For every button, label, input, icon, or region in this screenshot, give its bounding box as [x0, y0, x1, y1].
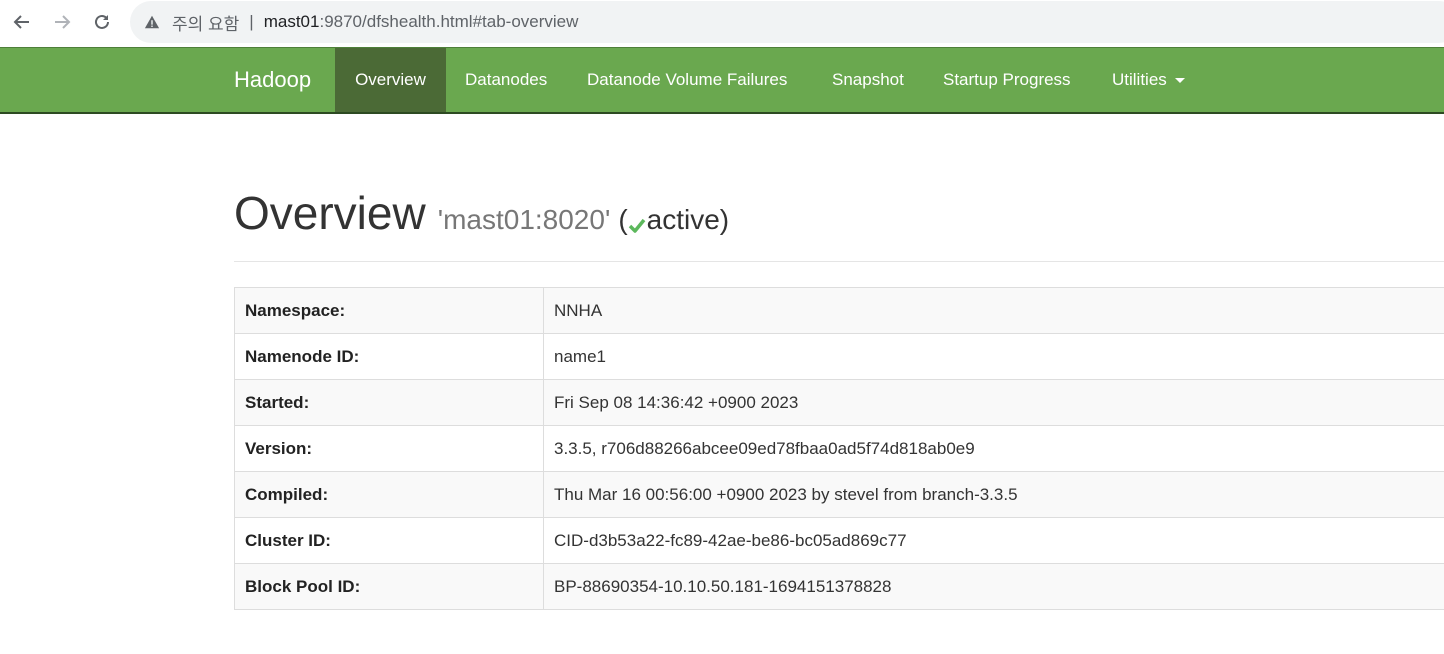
row-value: Thu Mar 16 00:56:00 +0900 2023 by stevel…	[543, 471, 1444, 518]
row-label: Compiled:	[234, 471, 544, 518]
status-paren-close: )	[719, 204, 730, 235]
nav-overview[interactable]: Overview	[335, 48, 446, 112]
address-bar[interactable]: 주의 요함 | mast01:9870/dfshealth.html#tab-o…	[130, 1, 1444, 43]
row-label: Started:	[234, 379, 544, 426]
row-value: name1	[543, 333, 1444, 380]
table-row: Block Pool ID: BP-88690354-10.10.50.181-…	[234, 563, 1444, 610]
row-value: CID-d3b53a22-fc89-42ae-be86-bc05ad869c77	[543, 517, 1444, 564]
row-label: Cluster ID:	[234, 517, 544, 564]
row-value: Fri Sep 08 14:36:42 +0900 2023	[543, 379, 1444, 426]
nav-startup-progress[interactable]: Startup Progress	[943, 48, 1071, 112]
namenode-address: 'mast01:8020'	[437, 204, 611, 235]
page-heading: Overview 'mast01:8020'( active)	[234, 186, 729, 240]
ha-status: active	[646, 204, 720, 235]
row-label: Block Pool ID:	[234, 563, 544, 610]
url-separator: |	[249, 12, 254, 31]
table-row: Cluster ID: CID-d3b53a22-fc89-42ae-be86-…	[234, 517, 1444, 564]
page-title: Overview	[234, 187, 426, 239]
table-row: Version: 3.3.5, r706d88266abcee09ed78fba…	[234, 425, 1444, 472]
url-host: mast01	[263, 12, 320, 31]
check-icon	[628, 218, 645, 233]
row-label: Version:	[234, 425, 544, 472]
back-arrow-icon[interactable]	[9, 9, 35, 35]
security-warning-text[interactable]: 주의 요함	[172, 10, 239, 35]
forward-arrow-icon[interactable]	[49, 9, 75, 35]
row-value: BP-88690354-10.10.50.181-1694151378828	[543, 563, 1444, 610]
row-label: Namenode ID:	[234, 333, 544, 380]
row-value: NNHA	[543, 287, 1444, 334]
table-row: Namespace: NNHA	[234, 287, 1444, 334]
brand-logo[interactable]: Hadoop	[234, 48, 311, 112]
nav-utilities-dropdown[interactable]: Utilities	[1112, 48, 1185, 112]
status-paren-open: (	[618, 204, 628, 235]
table-row: Compiled: Thu Mar 16 00:56:00 +0900 2023…	[234, 471, 1444, 518]
reload-icon[interactable]	[89, 9, 115, 35]
url-path: :9870/dfshealth.html#tab-overview	[319, 12, 579, 31]
nav-datanode-volume-failures[interactable]: Datanode Volume Failures	[587, 48, 787, 112]
nav-utilities-label: Utilities	[1112, 70, 1167, 89]
table-row: Namenode ID: name1	[234, 333, 1444, 380]
browser-toolbar: 주의 요함 | mast01:9870/dfshealth.html#tab-o…	[0, 0, 1444, 47]
row-value: 3.3.5, r706d88266abcee09ed78fbaa0ad5f74d…	[543, 425, 1444, 472]
table-row: Started: Fri Sep 08 14:36:42 +0900 2023	[234, 379, 1444, 426]
overview-info-table: Namespace: NNHA Namenode ID: name1 Start…	[234, 287, 1444, 610]
caret-down-icon	[1174, 78, 1185, 84]
nav-datanodes[interactable]: Datanodes	[465, 48, 547, 112]
main-navbar: Hadoop Overview Datanodes Datanode Volum…	[0, 47, 1444, 114]
nav-snapshot[interactable]: Snapshot	[832, 48, 904, 112]
heading-divider	[234, 261, 1444, 262]
row-label: Namespace:	[234, 287, 544, 334]
warning-icon[interactable]	[144, 13, 162, 31]
